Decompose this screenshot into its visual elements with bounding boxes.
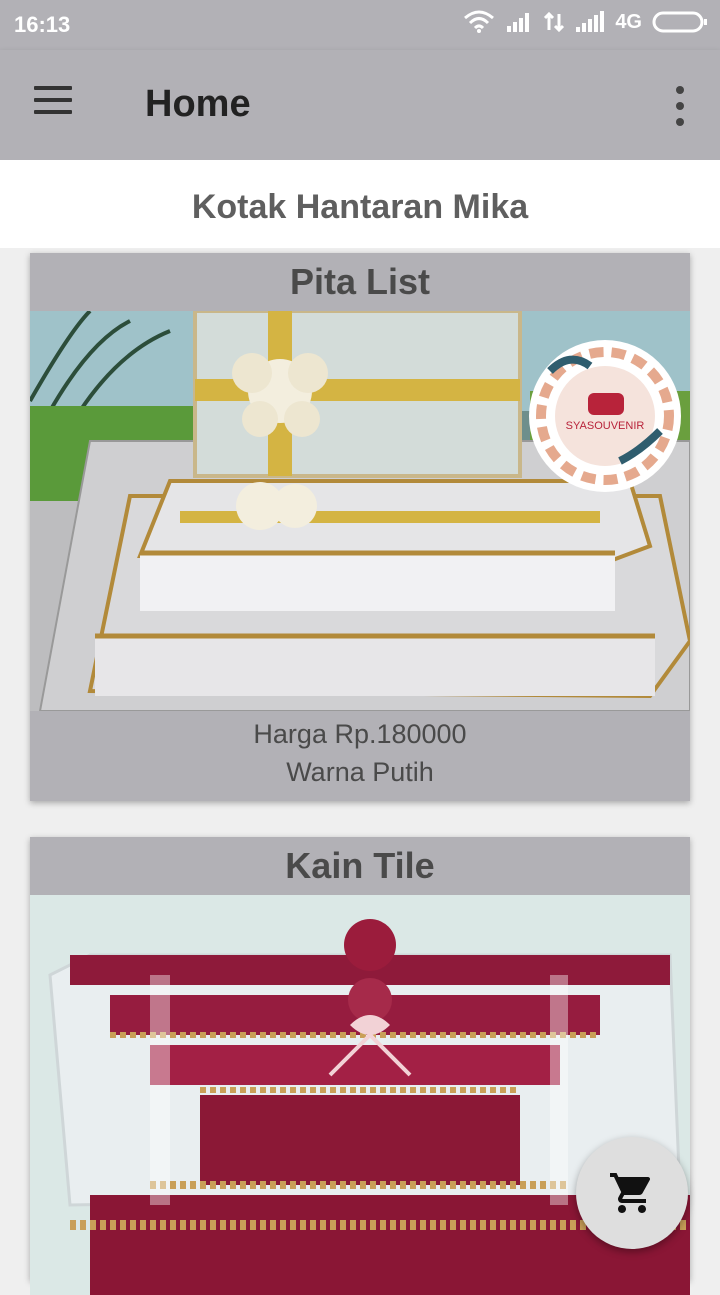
logo-text: SYASOUVENIR bbox=[566, 420, 645, 432]
app-bar: Home bbox=[0, 50, 720, 160]
data-transfer-icon bbox=[544, 11, 565, 33]
signal-icon bbox=[576, 11, 605, 32]
section-title: Kotak Hantaran Mika bbox=[0, 160, 720, 248]
product-color: Warna Putih bbox=[286, 757, 434, 787]
product-title: Kain Tile bbox=[285, 845, 435, 886]
product-image: SYASOUVENIR bbox=[30, 311, 690, 711]
product-details: Harga Rp.180000 Warna Putih bbox=[30, 711, 690, 801]
product-image bbox=[30, 895, 690, 1295]
status-bar: 16:13 4G bbox=[0, 0, 720, 50]
hamburger-menu-icon[interactable] bbox=[34, 86, 78, 122]
page-title: Home bbox=[145, 83, 251, 125]
more-vert-icon[interactable] bbox=[670, 86, 690, 126]
wifi-icon bbox=[464, 10, 495, 33]
product-card[interactable]: Pita List SYASOUVENIR Harga Rp.180000 Wa… bbox=[30, 253, 690, 801]
product-title: Pita List bbox=[289, 261, 431, 302]
status-icons: 4G bbox=[463, 10, 708, 34]
battery-icon bbox=[652, 11, 707, 33]
signal-icon bbox=[507, 13, 530, 32]
shopping-cart-icon bbox=[610, 1173, 651, 1213]
product-price: Harga Rp.180000 bbox=[253, 719, 467, 749]
cart-button[interactable] bbox=[576, 1137, 688, 1249]
network-type: 4G bbox=[615, 10, 642, 33]
status-time: 16:13 bbox=[14, 12, 71, 37]
